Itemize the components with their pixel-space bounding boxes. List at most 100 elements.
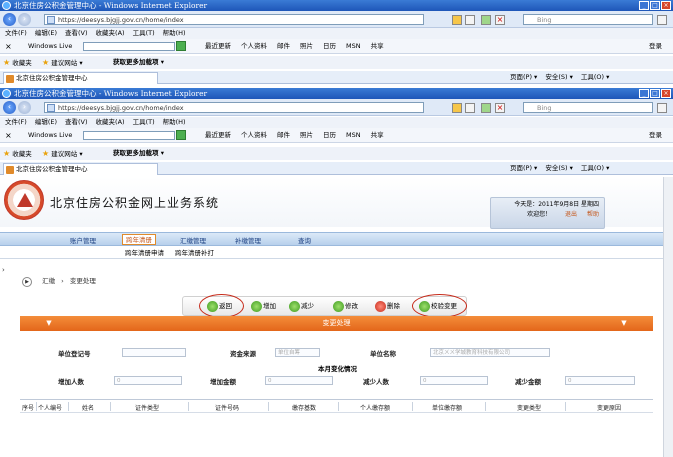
unit-name-input[interactable]: 北京ㄨㄨ学城教育科技有限公司 xyxy=(430,348,550,357)
wl-item[interactable]: 邮件 xyxy=(277,39,290,54)
forward-arrow-icon[interactable]: › xyxy=(18,13,31,26)
nav-query[interactable]: 查询 xyxy=(298,235,311,245)
menu-tools[interactable]: 工具(T) xyxy=(133,29,155,37)
login-link[interactable]: 登录 xyxy=(649,128,662,143)
tools-menu[interactable]: 工具(O) ▾ xyxy=(581,162,610,175)
wl-item[interactable]: 日历 xyxy=(323,128,336,143)
wl-item[interactable]: 最近更新 xyxy=(205,39,231,54)
nav-cross-year-register[interactable]: 跨年清册 xyxy=(122,234,156,245)
tools-menu[interactable]: 工具(O) ▾ xyxy=(581,71,610,84)
reduce-count-input[interactable]: 0 xyxy=(420,376,488,385)
url-field-1[interactable]: https://deesys.bjgjj.gov.cn/home/index xyxy=(44,14,424,25)
refresh-icon[interactable] xyxy=(481,103,491,113)
breadcrumb-remittance[interactable]: 汇缴 xyxy=(42,277,55,285)
subnav-register-apply[interactable]: 跨年清册申请 xyxy=(125,247,164,259)
search-input-1[interactable]: Bing xyxy=(523,14,653,25)
add-button[interactable]: 增加 xyxy=(251,301,276,312)
close-button[interactable]: × xyxy=(661,89,671,98)
wl-item[interactable]: 最近更新 xyxy=(205,128,231,143)
menu-edit[interactable]: 编辑(E) xyxy=(35,29,57,37)
stop-icon[interactable]: × xyxy=(495,103,505,113)
wl-item[interactable]: 邮件 xyxy=(277,128,290,143)
menu-edit[interactable]: 编辑(E) xyxy=(35,118,57,126)
wl-item[interactable]: 照片 xyxy=(300,128,313,143)
star-icon[interactable]: ★ xyxy=(3,58,10,67)
windows-live-search[interactable] xyxy=(83,131,175,140)
menu-file[interactable]: 文件(F) xyxy=(5,118,27,126)
back-arrow-icon[interactable]: ‹ xyxy=(3,13,16,26)
menu-help[interactable]: 帮助(H) xyxy=(163,29,186,37)
menu-file[interactable]: 文件(F) xyxy=(5,29,27,37)
menu-view[interactable]: 查看(V) xyxy=(65,29,88,37)
suggested-sites[interactable]: 建议网站 ▾ xyxy=(51,150,82,158)
wl-item[interactable]: 共享 xyxy=(371,39,384,54)
maximize-button[interactable]: □ xyxy=(650,1,660,10)
menu-view[interactable]: 查看(V) xyxy=(65,118,88,126)
collapse-arrow-icon[interactable]: › xyxy=(2,266,5,274)
menu-help[interactable]: 帮助(H) xyxy=(163,118,186,126)
login-link[interactable]: 登录 xyxy=(649,39,662,54)
safety-menu[interactable]: 安全(S) ▾ xyxy=(545,71,573,84)
reduce-amount-input[interactable]: 0 xyxy=(565,376,635,385)
suggested-sites[interactable]: 建议网站 ▾ xyxy=(51,59,82,67)
nav-account-management[interactable]: 账户管理 xyxy=(70,235,96,245)
browser-tab-2[interactable]: 北京住房公积金管理中心 xyxy=(3,163,158,175)
lock-icon[interactable] xyxy=(452,103,462,113)
page-menu[interactable]: 页面(P) ▾ xyxy=(510,71,537,84)
browser-tab-1[interactable]: 北京住房公积金管理中心 xyxy=(3,72,158,84)
close-toolbar-icon[interactable]: × xyxy=(5,128,12,143)
get-addons[interactable]: 获取更多加载项 ▾ xyxy=(113,56,164,69)
menu-tools[interactable]: 工具(T) xyxy=(133,118,155,126)
close-button[interactable]: × xyxy=(661,1,671,10)
close-toolbar-icon[interactable]: × xyxy=(5,39,12,54)
menu-favorites[interactable]: 收藏夹(A) xyxy=(96,29,125,37)
search-icon[interactable] xyxy=(657,103,667,113)
refresh-icon[interactable] xyxy=(481,15,491,25)
reduce-button[interactable]: 减少 xyxy=(289,301,314,312)
get-addons[interactable]: 获取更多加载项 ▾ xyxy=(113,147,164,160)
wl-item[interactable]: 日历 xyxy=(323,39,336,54)
help-link[interactable]: 帮助 xyxy=(587,211,599,218)
wl-item[interactable]: MSN xyxy=(346,39,361,54)
favorites-label[interactable]: 收藏夹 xyxy=(12,150,32,158)
add-favorite-icon[interactable]: ★ xyxy=(42,58,49,67)
back-arrow-icon[interactable]: ‹ xyxy=(3,101,16,114)
fund-source-select[interactable]: 单位自筹 xyxy=(275,348,320,357)
wl-item[interactable]: 照片 xyxy=(300,39,313,54)
menu-favorites[interactable]: 收藏夹(A) xyxy=(96,118,125,126)
certificate-icon[interactable] xyxy=(465,15,475,25)
favorites-label[interactable]: 收藏夹 xyxy=(12,59,32,67)
add-amount-input[interactable]: 0 xyxy=(265,376,333,385)
minimize-button[interactable]: _ xyxy=(639,89,649,98)
certificate-icon[interactable] xyxy=(465,103,475,113)
unit-reg-no-input[interactable] xyxy=(122,348,186,357)
ie-logo-icon xyxy=(2,89,11,98)
add-count-input[interactable]: 0 xyxy=(114,376,182,385)
add-favorite-icon[interactable]: ★ xyxy=(42,149,49,158)
nav-remittance-management[interactable]: 汇缴管理 xyxy=(180,235,206,245)
stop-icon[interactable]: × xyxy=(495,15,505,25)
go-icon[interactable] xyxy=(176,130,186,140)
page-menu[interactable]: 页面(P) ▾ xyxy=(510,162,537,175)
go-icon[interactable] xyxy=(176,41,186,51)
delete-button[interactable]: 删除 xyxy=(375,301,400,312)
edit-button[interactable]: 修改 xyxy=(333,301,358,312)
wl-item[interactable]: MSN xyxy=(346,128,361,143)
wl-item[interactable]: 个人资料 xyxy=(241,128,267,143)
wl-item[interactable]: 个人资料 xyxy=(241,39,267,54)
subnav-register-reprint[interactable]: 跨年清册补打 xyxy=(175,247,214,259)
safety-menu[interactable]: 安全(S) ▾ xyxy=(545,162,573,175)
search-input-2[interactable]: Bing xyxy=(523,102,653,113)
forward-arrow-icon[interactable]: › xyxy=(18,101,31,114)
wl-item[interactable]: 共享 xyxy=(371,128,384,143)
logout-link[interactable]: 退出 xyxy=(565,211,577,218)
maximize-button[interactable]: □ xyxy=(650,89,660,98)
vertical-scrollbar[interactable] xyxy=(663,177,673,457)
nav-supplementary-payment[interactable]: 补缴管理 xyxy=(235,235,261,245)
url-field-2[interactable]: https://deesys.bjgjj.gov.cn/home/index xyxy=(44,102,424,113)
windows-live-search[interactable] xyxy=(83,42,175,51)
star-icon[interactable]: ★ xyxy=(3,149,10,158)
lock-icon[interactable] xyxy=(452,15,462,25)
search-icon[interactable] xyxy=(657,15,667,25)
minimize-button[interactable]: _ xyxy=(639,1,649,10)
